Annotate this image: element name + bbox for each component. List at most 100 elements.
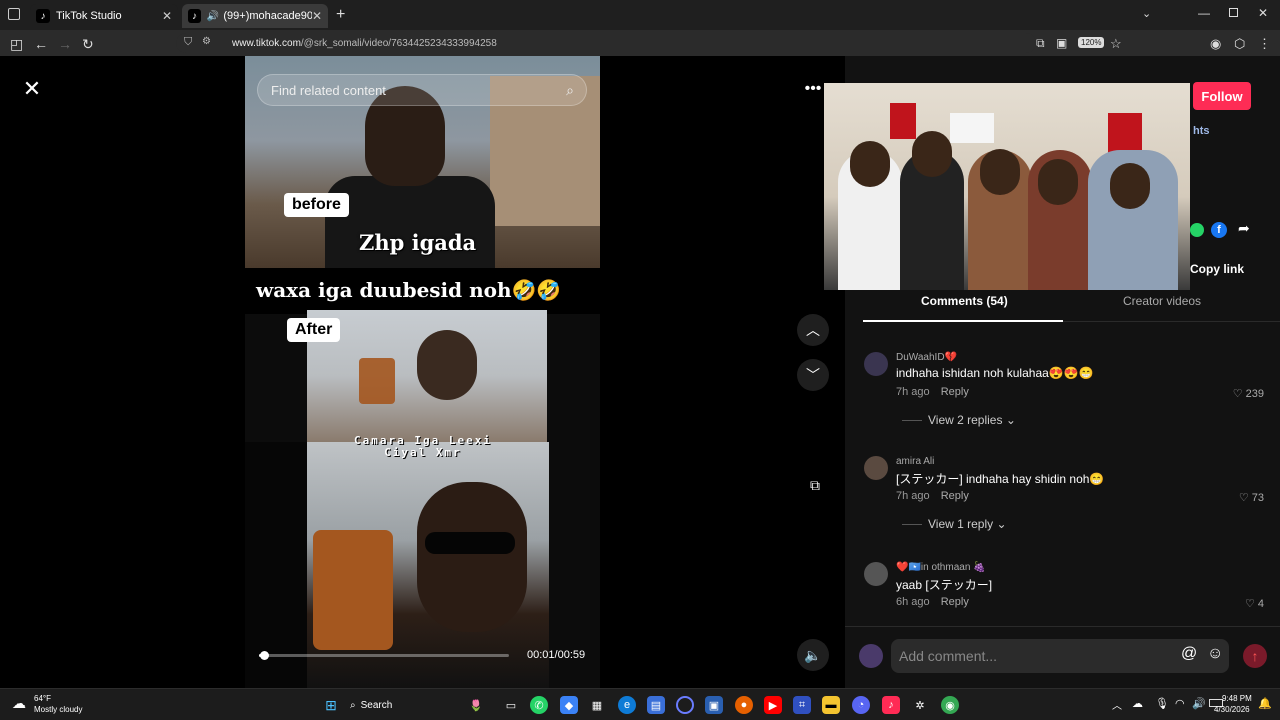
volume-icon[interactable]: 🔊 [1192, 697, 1206, 710]
comment-input[interactable] [891, 639, 1229, 673]
store-icon[interactable]: ▤ [647, 696, 665, 714]
reply-button[interactable]: Reply [941, 490, 969, 502]
previous-video-button[interactable]: ︿ [797, 314, 829, 346]
reply-button[interactable]: Reply [941, 596, 969, 608]
comment-author[interactable]: DuWaahID💔 [896, 352, 957, 363]
back-button[interactable]: ← [34, 36, 48, 52]
progress-knob[interactable] [260, 651, 269, 660]
discord-icon[interactable]: ◔ [852, 696, 870, 714]
search-icon[interactable]: ⌕ [566, 82, 574, 99]
follow-button[interactable]: Follow [1193, 82, 1251, 110]
notification-icon[interactable]: 🔔 [1258, 697, 1272, 710]
picture-in-picture-video[interactable] [824, 83, 1190, 290]
whatsapp-icon[interactable]: ✆ [530, 696, 548, 714]
avatar[interactable] [864, 456, 888, 480]
weather-icon[interactable]: ☁ [12, 695, 26, 712]
like-button[interactable]: ♡ 239 [1233, 387, 1264, 400]
tab-profile[interactable]: ♪ 🔊 (99+)mohacade90 (@moh: ✕ [182, 4, 328, 28]
cortana-icon[interactable] [676, 696, 694, 714]
refresh-button[interactable]: ↻ [82, 36, 94, 53]
copilot-icon[interactable]: ◆ [560, 696, 578, 714]
close-window-button[interactable]: ✕ [1258, 6, 1268, 20]
task-view-icon[interactable]: ▭ [502, 696, 520, 714]
chevron-down-icon: ⌄ [996, 517, 1007, 531]
tab-list-chevron-icon[interactable]: ⌄ [1142, 7, 1151, 20]
facebook-share-icon[interactable]: f [1211, 222, 1227, 238]
caption-before: before [284, 193, 349, 217]
close-tab-icon[interactable]: ✕ [312, 9, 322, 23]
avatar[interactable] [864, 562, 888, 586]
weather-temp: 64°F [34, 694, 51, 703]
workspace-icon[interactable]: ◰ [10, 36, 23, 53]
youtube-icon[interactable]: ▶ [764, 696, 782, 714]
tab-tiktok-studio[interactable]: ♪ TikTok Studio ✕ [30, 4, 178, 28]
comment-author[interactable]: amira Ali [896, 456, 934, 467]
like-button[interactable]: ♡ 4 [1245, 597, 1264, 610]
grid-app-icon[interactable]: ▦ [588, 696, 606, 714]
comment-author[interactable]: ❤️🇸🇴in othmaan 🍇 [896, 562, 986, 573]
menu-dots-icon[interactable]: ⋮ [1258, 36, 1271, 52]
extensions-icon[interactable]: ⬡ [1234, 36, 1245, 52]
tray-chevron-icon[interactable]: ︿ [1112, 697, 1122, 712]
related-content-search[interactable]: Find related content ⌕ [257, 74, 587, 106]
mention-icon[interactable]: @ [1181, 645, 1197, 663]
chrome-icon[interactable]: ◉ [941, 696, 959, 714]
profile-icon[interactable]: ◉ [1210, 36, 1221, 52]
site-settings-icon[interactable]: ⚙ [202, 36, 211, 47]
edge-icon[interactable]: e [618, 696, 636, 714]
onedrive-icon[interactable]: ☁ [1132, 697, 1143, 710]
url-bar[interactable]: ⛉ ⚙ www.tiktok.com/@srk_somali/video/763… [176, 33, 1036, 53]
camera-caption-line-2: Ciyal Xmr [384, 446, 462, 459]
next-video-button[interactable]: ﹀ [797, 359, 829, 391]
wifi-icon[interactable]: ◠ [1175, 697, 1185, 710]
close-tab-icon[interactable]: ✕ [162, 9, 172, 23]
reply-button[interactable]: Reply [941, 386, 969, 398]
whatsapp-share-icon[interactable] [1190, 223, 1204, 237]
video-timecode: 00:01/00:59 [527, 649, 586, 661]
view-replies-button[interactable]: View 2 replies ⌄ [902, 413, 1016, 427]
tab-comments[interactable]: Comments (54) [921, 294, 1008, 308]
volume-button[interactable]: 🔈 [797, 639, 829, 671]
forward-button[interactable]: → [58, 36, 72, 52]
zoom-level-badge[interactable]: 120% [1078, 37, 1105, 48]
app-icon[interactable]: ▣ [705, 696, 723, 714]
screenshot-icon[interactable]: ▣ [1056, 36, 1067, 50]
view-replies-button[interactable]: View 1 reply ⌄ [902, 517, 1007, 531]
tiktok-icon[interactable]: ♪ [882, 696, 900, 714]
person-head-shape [417, 482, 527, 632]
person-head-shape [1038, 159, 1078, 205]
taskbar-search[interactable]: ⌕ Search [350, 696, 450, 714]
video-frame-after [307, 310, 547, 442]
send-comment-button[interactable]: ↑ [1243, 644, 1267, 668]
flowers-widget-icon[interactable]: 🌷 [462, 696, 490, 714]
tab-creator-videos[interactable]: Creator videos [1123, 294, 1201, 308]
close-video-button[interactable]: ✕ [20, 78, 44, 102]
favorite-star-icon[interactable]: ☆ [1110, 36, 1122, 52]
windows-start-icon[interactable]: ⊞ [322, 696, 340, 714]
emoji-icon[interactable]: ☺ [1207, 645, 1223, 663]
tab-actions-icon[interactable] [8, 8, 20, 20]
comment-text: indhaha ishidan noh kulahaa😍😍😁 [896, 366, 1094, 380]
avatar[interactable] [864, 352, 888, 376]
clock-time[interactable]: 9:48 PM [1222, 694, 1252, 703]
firefox-icon[interactable]: ● [735, 696, 753, 714]
clock-date[interactable]: 4/30/2026 [1214, 705, 1250, 714]
maximize-button[interactable] [1229, 8, 1238, 17]
copy-link-button[interactable]: Copy link [1190, 262, 1244, 276]
video-player[interactable]: Find related content ⌕ before Zhp igada … [245, 56, 600, 688]
pip-toggle-button[interactable]: ⧉ [799, 469, 831, 501]
tab-title: (99+)mohacade90 (@moh: [223, 10, 312, 22]
new-tab-button[interactable]: + [336, 6, 345, 24]
video-progress-bar[interactable] [259, 651, 509, 660]
pip-icon[interactable]: ⧉ [1036, 36, 1045, 51]
shield-icon: ⛉ [184, 36, 193, 48]
mic-icon[interactable]: 🎙 [1155, 697, 1169, 710]
app-grid-icon[interactable]: ⌗ [793, 696, 811, 714]
file-explorer-icon[interactable]: ▬ [822, 696, 840, 714]
partial-link-text[interactable]: hts [1193, 125, 1210, 137]
minimize-button[interactable]: — [1198, 6, 1210, 20]
like-count: 73 [1251, 492, 1264, 504]
chatgpt-icon[interactable]: ✲ [911, 696, 929, 714]
share-arrow-icon[interactable]: ➦ [1238, 220, 1250, 237]
like-button[interactable]: ♡ 73 [1239, 491, 1264, 504]
